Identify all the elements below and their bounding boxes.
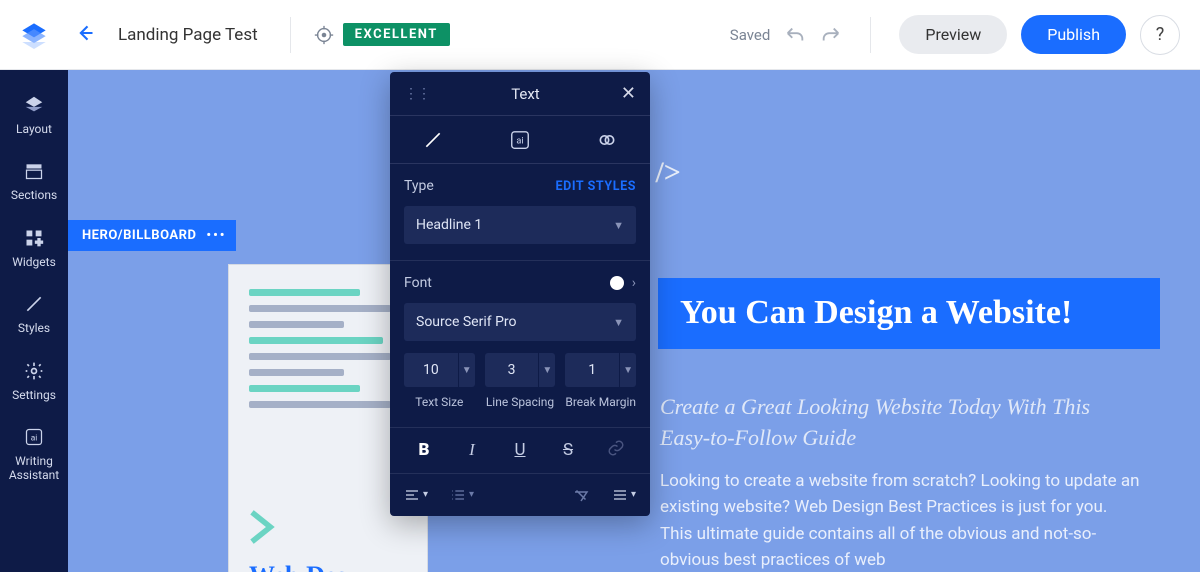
- type-selected-value: Headline 1: [416, 217, 482, 233]
- text-size-control: ▼ Text Size: [404, 353, 475, 411]
- underline-button[interactable]: U: [504, 440, 536, 460]
- divider: [870, 17, 871, 53]
- close-button[interactable]: ✕: [621, 83, 636, 104]
- brand-text[interactable]: Catz />: [588, 156, 1160, 190]
- sidebar-item-layout[interactable]: Layout: [0, 84, 68, 150]
- section-tag-hero[interactable]: HERO/BILLBOARD •••: [68, 220, 236, 251]
- text-properties-panel: ⋮⋮ Text ✕ ai Type EDIT STYLES Headline 1…: [390, 72, 650, 516]
- sections-icon: [23, 160, 45, 182]
- numeric-controls: ▼ Text Size ▼ Line Spacing ▼ Break Margi…: [404, 353, 636, 411]
- svg-text:ai: ai: [31, 433, 38, 443]
- section-tag-label: HERO/BILLBOARD: [82, 228, 196, 243]
- caret-down-icon: ▼: [613, 316, 624, 329]
- hero-title-block[interactable]: You Can Design a Website!: [658, 278, 1160, 349]
- canvas-content: Catz /> Web Des You Can Design a Website…: [228, 156, 1160, 230]
- sidebar-item-label: Layout: [16, 122, 52, 136]
- hero-subtitle[interactable]: Create a Great Looking Website Today Wit…: [660, 392, 1140, 454]
- break-margin-control: ▼ Break Margin: [565, 353, 636, 411]
- font-selected-value: Source Serif Pro: [416, 314, 517, 330]
- bold-button[interactable]: B: [408, 440, 440, 460]
- sidebar-item-widgets[interactable]: Widgets: [0, 217, 68, 283]
- break-margin-label: Break Margin: [565, 395, 636, 411]
- edit-styles-link[interactable]: EDIT STYLES: [555, 179, 636, 194]
- brush-icon: [23, 293, 45, 315]
- help-button[interactable]: ?: [1140, 15, 1180, 55]
- tab-design[interactable]: [403, 130, 463, 150]
- panel-tabs: ai: [390, 116, 650, 164]
- font-color-indicator[interactable]: ›: [610, 275, 636, 291]
- align-left-button[interactable]: ▾: [404, 487, 428, 503]
- sidebar-item-styles[interactable]: Styles: [0, 283, 68, 349]
- sidebar-item-label: Writing Assistant: [0, 454, 68, 483]
- panel-header: ⋮⋮ Text ✕: [390, 72, 650, 116]
- font-section: Font › Source Serif Pro ▼ ▼ Text Size: [390, 261, 650, 428]
- widgets-icon: [23, 227, 45, 249]
- list-button[interactable]: ▾: [450, 487, 474, 503]
- link-button[interactable]: [600, 439, 632, 462]
- hero-body[interactable]: Looking to create a website from scratch…: [660, 468, 1140, 572]
- sidebar-item-settings[interactable]: Settings: [0, 350, 68, 416]
- top-bar: Landing Page Test EXCELLENT Saved Previe…: [0, 0, 1200, 70]
- layers-icon: [23, 94, 45, 116]
- italic-button[interactable]: I: [456, 440, 488, 460]
- svg-text:ai: ai: [516, 136, 523, 146]
- caret-down-icon: ▼: [613, 219, 624, 232]
- font-select[interactable]: Source Serif Pro ▼: [404, 303, 636, 341]
- sidebar-item-label: Styles: [18, 321, 50, 335]
- publish-button[interactable]: Publish: [1021, 15, 1126, 54]
- line-spacing-control: ▼ Line Spacing: [485, 353, 556, 411]
- text-size-stepper[interactable]: ▼: [458, 353, 475, 387]
- align-row: ▾ ▾ ▾: [390, 474, 650, 516]
- break-margin-input[interactable]: [565, 353, 619, 387]
- tab-link[interactable]: [577, 130, 637, 150]
- strikethrough-button[interactable]: S: [552, 440, 584, 460]
- quality-badge: EXCELLENT: [343, 23, 450, 46]
- target-icon[interactable]: [313, 24, 335, 46]
- sidebar-item-writing-assistant[interactable]: ai Writing Assistant: [0, 416, 68, 497]
- line-spacing-stepper[interactable]: ▼: [538, 353, 555, 387]
- preview-button[interactable]: Preview: [899, 15, 1007, 54]
- color-swatch-icon: [610, 276, 624, 290]
- sidebar-item-label: Widgets: [12, 255, 56, 269]
- type-section: Type EDIT STYLES Headline 1 ▼: [390, 164, 650, 261]
- drag-handle-icon[interactable]: ⋮⋮: [404, 86, 430, 102]
- chevron-right-icon: ›: [632, 275, 636, 291]
- app-logo-icon: [20, 21, 48, 49]
- ai-icon: ai: [23, 426, 45, 448]
- undo-button[interactable]: [784, 24, 806, 46]
- gear-icon: [23, 360, 45, 382]
- line-spacing-label: Line Spacing: [486, 395, 554, 411]
- sidebar-item-sections[interactable]: Sections: [0, 150, 68, 216]
- hero-title: You Can Design a Website!: [680, 292, 1138, 335]
- panel-title: Text: [430, 85, 621, 103]
- text-size-input[interactable]: [404, 353, 458, 387]
- sidebar-item-label: Settings: [12, 388, 56, 402]
- line-spacing-input[interactable]: [485, 353, 539, 387]
- more-align-button[interactable]: ▾: [612, 487, 636, 503]
- redo-button[interactable]: [820, 24, 842, 46]
- left-sidebar: Layout Sections Widgets Styles Settings …: [0, 70, 68, 572]
- divider: [290, 17, 291, 53]
- type-label: Type: [404, 178, 434, 194]
- chevron-decor-icon: [241, 505, 285, 549]
- type-select[interactable]: Headline 1 ▼: [404, 206, 636, 244]
- tab-ai[interactable]: ai: [490, 129, 550, 151]
- back-button[interactable]: [70, 23, 100, 47]
- page-title: Landing Page Test: [118, 25, 258, 45]
- clear-format-button[interactable]: [572, 486, 590, 504]
- font-label: Font: [404, 275, 432, 291]
- topbar-right: Saved Preview Publish ?: [730, 15, 1180, 55]
- text-size-label: Text Size: [415, 395, 463, 411]
- sidebar-item-label: Sections: [11, 188, 57, 202]
- format-row: B I U S: [390, 428, 650, 474]
- saved-status: Saved: [730, 26, 771, 44]
- more-icon[interactable]: •••: [206, 228, 226, 243]
- break-margin-stepper[interactable]: ▼: [619, 353, 636, 387]
